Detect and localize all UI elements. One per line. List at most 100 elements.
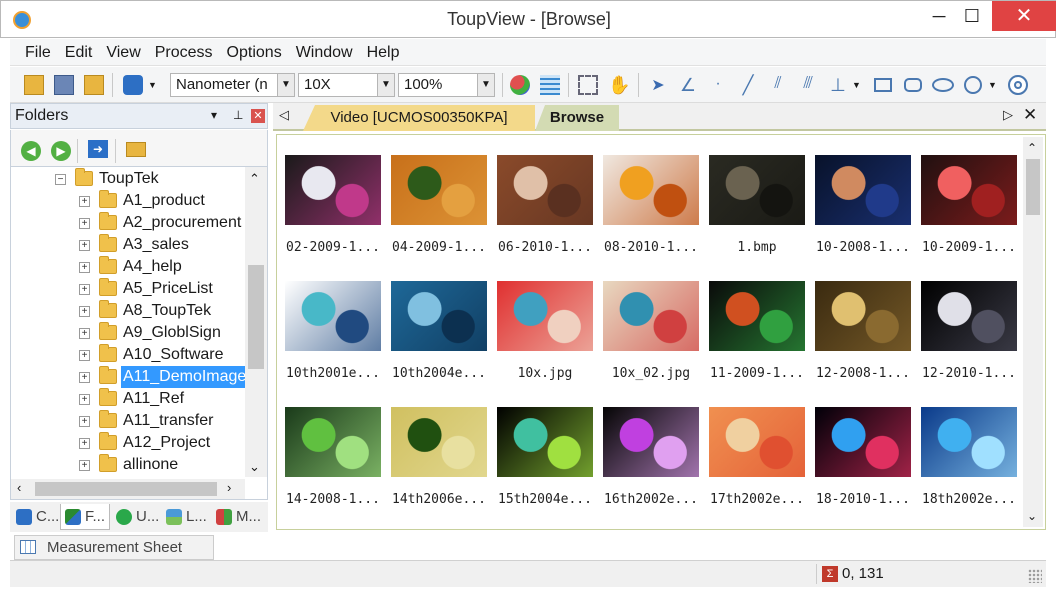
expand-icon[interactable]: + [79, 240, 90, 251]
scroll-up-icon[interactable]: ⌃ [249, 171, 260, 187]
go-icon[interactable]: ➜ [88, 140, 108, 158]
concentric-circle-icon[interactable] [1008, 75, 1028, 95]
expand-icon[interactable]: + [79, 372, 90, 383]
image-thumbnail[interactable] [285, 155, 381, 225]
crop-icon[interactable] [578, 75, 598, 95]
menu-edit[interactable]: Edit [58, 39, 100, 66]
image-thumbnail[interactable] [391, 407, 487, 477]
expand-icon[interactable]: + [79, 262, 90, 273]
tab-scroll-right-icon[interactable]: ▷ [1003, 107, 1013, 123]
menu-options[interactable]: Options [220, 39, 289, 66]
tree-item[interactable]: + A11_DemoImage [11, 365, 250, 389]
angle-icon[interactable]: ∠ [678, 75, 698, 95]
tab-scroll-left-icon[interactable]: ◁ [279, 107, 289, 123]
pointer-icon[interactable]: ➤ [648, 75, 668, 95]
tree-item[interactable]: + A5_PriceList [11, 278, 243, 300]
expand-icon[interactable]: + [79, 460, 90, 471]
unit-select[interactable]: Nanometer (n ▼ [170, 73, 295, 97]
tab-browse[interactable]: Browse [535, 105, 619, 131]
tab-folders[interactable]: F... [60, 504, 110, 530]
image-thumbnail[interactable] [709, 155, 805, 225]
forward-icon[interactable]: ▶ [51, 141, 71, 161]
tree-item[interactable]: + A8_ToupTek [11, 300, 243, 322]
image-thumbnail[interactable] [497, 281, 593, 351]
expand-icon[interactable]: + [79, 218, 90, 229]
tree-horizontal-scrollbar[interactable]: ‹ › [11, 479, 245, 499]
folder-tree[interactable]: + allinone + A12_Project + A11_transfer + A11_R… [10, 166, 268, 500]
expand-icon[interactable]: + [79, 306, 90, 317]
tab-video[interactable]: Video [UCMOS00350KPA] [303, 105, 535, 131]
menu-help[interactable]: Help [360, 39, 407, 66]
chevron-down-icon[interactable]: ▼ [852, 80, 861, 90]
scroll-right-icon[interactable]: › [227, 480, 231, 495]
resize-grip[interactable] [1028, 569, 1042, 583]
chevron-down-icon[interactable]: ▼ [988, 80, 997, 90]
scroll-left-icon[interactable]: ‹ [17, 480, 21, 495]
perpendicular-icon[interactable]: ⊥ [828, 75, 848, 95]
parallel-lines-icon[interactable]: ⫽ [768, 75, 788, 95]
tree-item[interactable]: + A11_Ref [11, 388, 243, 410]
image-thumbnail[interactable] [709, 407, 805, 477]
pin-icon[interactable]: ⊥ [233, 108, 243, 122]
close-button[interactable]: ✕ [992, 1, 1056, 31]
scroll-down-icon[interactable]: ⌄ [249, 459, 260, 475]
image-thumbnail[interactable] [815, 155, 911, 225]
camera-icon[interactable] [123, 75, 143, 95]
expand-icon[interactable]: + [79, 196, 90, 207]
image-thumbnail[interactable] [921, 407, 1017, 477]
tree-item[interactable]: + A10_Software [11, 344, 243, 366]
image-thumbnail[interactable] [285, 281, 381, 351]
expand-icon[interactable]: + [79, 284, 90, 295]
tree-item[interactable]: + A4_help [11, 256, 243, 278]
image-thumbnail[interactable] [391, 155, 487, 225]
image-thumbnail[interactable] [603, 155, 699, 225]
rounded-rect-icon[interactable] [904, 78, 922, 92]
scroll-thumb[interactable] [35, 482, 217, 496]
image-thumbnail[interactable] [603, 407, 699, 477]
back-icon[interactable]: ◀ [21, 141, 41, 161]
tree-item[interactable]: + A1_product [11, 190, 243, 212]
image-thumbnail[interactable] [285, 407, 381, 477]
zoom-select[interactable]: 100% ▼ [398, 73, 495, 97]
image-thumbnail[interactable] [391, 281, 487, 351]
measurement-sheet-tab[interactable]: Measurement Sheet [14, 535, 214, 560]
expand-icon[interactable]: + [79, 438, 90, 449]
magnification-select[interactable]: 10X ▼ [298, 73, 395, 97]
image-thumbnail[interactable] [497, 155, 593, 225]
close-tab-icon[interactable]: ✕ [1023, 105, 1037, 125]
expand-icon[interactable]: + [79, 416, 90, 427]
menu-view[interactable]: View [99, 39, 147, 66]
circle-icon[interactable] [964, 76, 982, 94]
tree-item[interactable]: + A11_transfer [11, 410, 243, 432]
tab-measurement[interactable]: M... [212, 504, 266, 530]
menu-window[interactable]: Window [289, 39, 360, 66]
scroll-thumb[interactable] [248, 265, 264, 369]
expand-icon[interactable]: + [79, 350, 90, 361]
gallery-vertical-scrollbar[interactable]: ⌃ ⌄ [1023, 137, 1043, 527]
save-icon[interactable] [54, 75, 74, 95]
scroll-up-icon[interactable]: ⌃ [1027, 141, 1037, 155]
collapse-icon[interactable]: − [55, 174, 66, 185]
hand-icon[interactable]: ✋ [608, 75, 630, 95]
tree-item[interactable]: + allinone [11, 454, 243, 476]
chevron-down-icon[interactable]: ▼ [148, 80, 157, 90]
image-thumbnail[interactable] [921, 281, 1017, 351]
point-icon[interactable]: · [708, 75, 728, 95]
scroll-down-icon[interactable]: ⌄ [1027, 509, 1037, 523]
tree-item[interactable]: + A3_sales [11, 234, 243, 256]
maximize-button[interactable]: ☐ [949, 1, 995, 31]
browse-folder-icon[interactable] [84, 75, 104, 95]
panel-menu-icon[interactable]: ▾ [211, 108, 217, 122]
image-thumbnail[interactable] [497, 407, 593, 477]
image-thumbnail[interactable] [921, 155, 1017, 225]
image-thumbnail[interactable] [603, 281, 699, 351]
line-icon[interactable]: ╱ [738, 75, 758, 95]
image-thumbnail[interactable] [815, 407, 911, 477]
grid-icon[interactable] [540, 75, 560, 95]
tree-item[interactable]: − ToupTek [11, 168, 243, 190]
tree-item[interactable]: + A9_GloblSign [11, 322, 243, 344]
scroll-thumb[interactable] [1026, 159, 1040, 215]
open-folder-icon[interactable] [24, 75, 44, 95]
menu-file[interactable]: File [18, 39, 58, 66]
image-thumbnail[interactable] [815, 281, 911, 351]
